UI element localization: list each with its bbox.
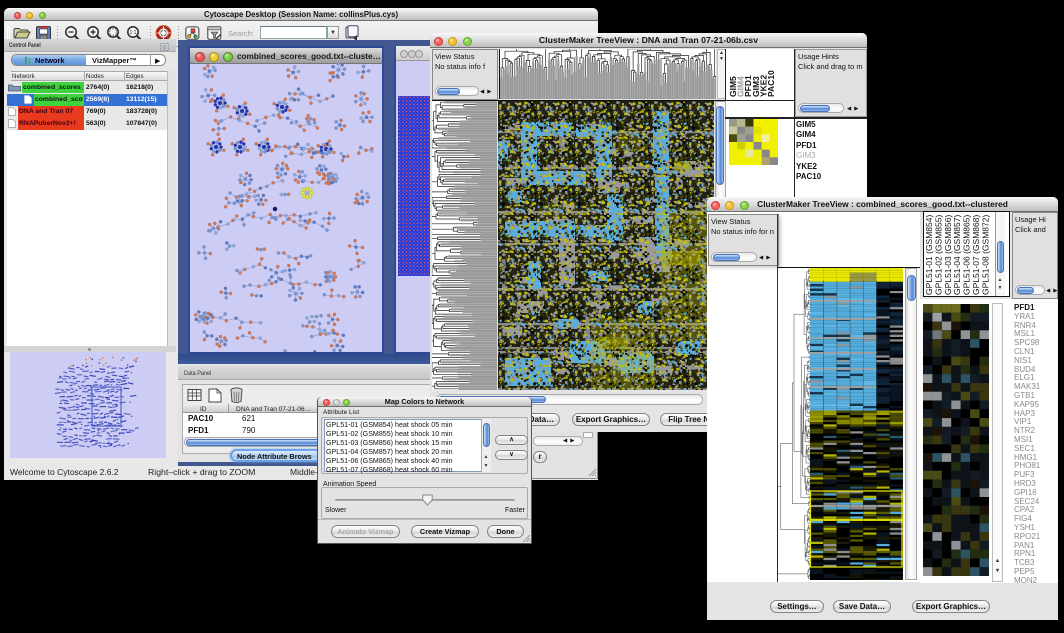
svg-text:PAC10: PAC10 <box>766 70 776 97</box>
svg-text:1:1: 1:1 <box>130 30 137 36</box>
svg-text:GPL51-08 (GSM872): GPL51-08 (GSM872) <box>980 215 990 295</box>
